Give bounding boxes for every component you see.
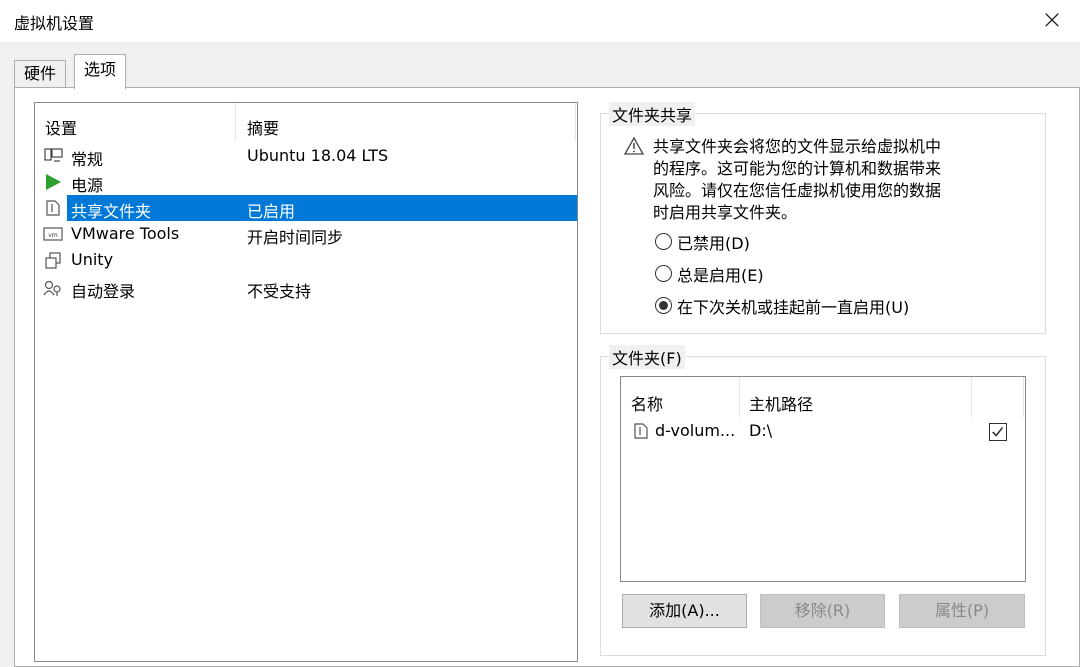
window-title: 虚拟机设置 xyxy=(14,14,95,33)
tab-options-label: 选项 xyxy=(84,60,117,79)
tab-hardware[interactable]: 硬件 xyxy=(14,60,67,88)
settings-row-general[interactable]: 常规 Ubuntu 18.04 LTS xyxy=(35,143,577,169)
folder-sharing-title: 文件夹共享 xyxy=(609,102,696,126)
folder-host-path: D:\ xyxy=(749,421,773,440)
radio-label[interactable]: 总是启用(E) xyxy=(677,262,764,286)
title-bar: 虚拟机设置 × xyxy=(0,0,1080,42)
checkmark-icon xyxy=(992,427,1004,437)
warning-icon xyxy=(623,136,645,155)
setting-name: Unity xyxy=(71,250,114,269)
power-play-icon xyxy=(46,174,61,190)
settings-list[interactable]: 设置 摘要 常规 Ubuntu 18.04 LTS 电源 共享文件夹 已启用 v… xyxy=(34,102,578,662)
radio-label[interactable]: 已禁用(D) xyxy=(677,230,750,254)
add-folder-button[interactable]: 添加(A)... xyxy=(622,594,747,628)
column-divider[interactable] xyxy=(575,103,576,141)
tab-hardware-label: 硬件 xyxy=(24,64,57,83)
tab-options[interactable]: 选项 xyxy=(74,54,127,89)
vmware-tools-icon: vm xyxy=(43,227,63,241)
folders-title: 文件夹(F) xyxy=(609,345,685,369)
column-divider[interactable] xyxy=(971,377,972,417)
setting-name: 常规 xyxy=(71,150,104,169)
radio-circle[interactable] xyxy=(655,297,672,314)
warning-text: 共享文件夹会将您的文件显示给虚拟机中 的程序。这可能为您的计算机和数据带来 风险… xyxy=(653,136,993,224)
svg-text:vm: vm xyxy=(48,232,58,239)
column-header-host-path[interactable]: 主机路径 xyxy=(749,391,813,415)
warning-line: 共享文件夹会将您的文件显示给虚拟机中 xyxy=(653,137,942,156)
warning-line: 的程序。这可能为您的计算机和数据带来 xyxy=(653,159,942,178)
radio-label[interactable]: 在下次关机或挂起前一直启用(U) xyxy=(677,294,909,318)
folder-properties-button[interactable]: 属性(P) xyxy=(899,594,1025,628)
folder-sharing-group: 文件夹共享 共享文件夹会将您的文件显示给虚拟机中 的程序。这可能为您的计算机和数… xyxy=(600,102,1046,334)
radio-selected-dot xyxy=(659,301,668,310)
settings-row-power[interactable]: 电源 xyxy=(35,169,577,195)
settings-row-unity[interactable]: Unity xyxy=(35,247,577,273)
shared-folder-icon xyxy=(634,423,648,439)
settings-row-shared-folders[interactable]: 共享文件夹 已启用 xyxy=(35,195,577,221)
autologin-icon xyxy=(43,280,61,296)
settings-row-vmware-tools[interactable]: vm VMware Tools 开启时间同步 xyxy=(35,221,577,247)
setting-summary: 已启用 xyxy=(247,202,296,221)
general-icon xyxy=(44,148,63,162)
setting-name: 电源 xyxy=(71,176,104,195)
shared-folder-icon xyxy=(46,200,60,216)
column-divider[interactable] xyxy=(235,103,236,141)
setting-name: 自动登录 xyxy=(71,282,136,301)
column-header-summary[interactable]: 摘要 xyxy=(247,115,279,139)
radio-circle[interactable] xyxy=(655,233,672,250)
column-header-setting[interactable]: 设置 xyxy=(45,115,77,139)
setting-name: 共享文件夹 xyxy=(71,202,152,221)
folder-row[interactable]: d-volum... D:\ xyxy=(621,419,1025,445)
setting-summary: Ubuntu 18.04 LTS xyxy=(247,146,389,165)
unity-icon xyxy=(45,252,61,269)
column-divider[interactable] xyxy=(739,377,740,417)
folder-enabled-checkbox[interactable] xyxy=(989,423,1007,441)
tab-bar: 硬件 选项 xyxy=(14,54,1074,89)
column-header-name[interactable]: 名称 xyxy=(631,391,663,415)
settings-row-autologin[interactable]: 自动登录 不受支持 xyxy=(35,275,577,301)
radio-circle[interactable] xyxy=(655,265,672,282)
remove-folder-button[interactable]: 移除(R) xyxy=(760,594,885,628)
warning-line: 风险。请仅在您信任虚拟机使用您的数据 xyxy=(653,181,942,200)
setting-name: VMware Tools xyxy=(71,224,180,243)
column-divider[interactable] xyxy=(1023,377,1024,417)
warning-line: 时启用共享文件夹。 xyxy=(653,203,798,222)
setting-summary: 不受支持 xyxy=(247,282,312,301)
close-button[interactable]: × xyxy=(1034,3,1070,39)
settings-list-header: 设置 摘要 xyxy=(35,103,577,141)
folders-table[interactable]: 名称 主机路径 d-volum... D:\ xyxy=(620,376,1026,582)
folder-name: d-volum... xyxy=(655,421,736,440)
setting-summary: 开启时间同步 xyxy=(247,228,344,247)
